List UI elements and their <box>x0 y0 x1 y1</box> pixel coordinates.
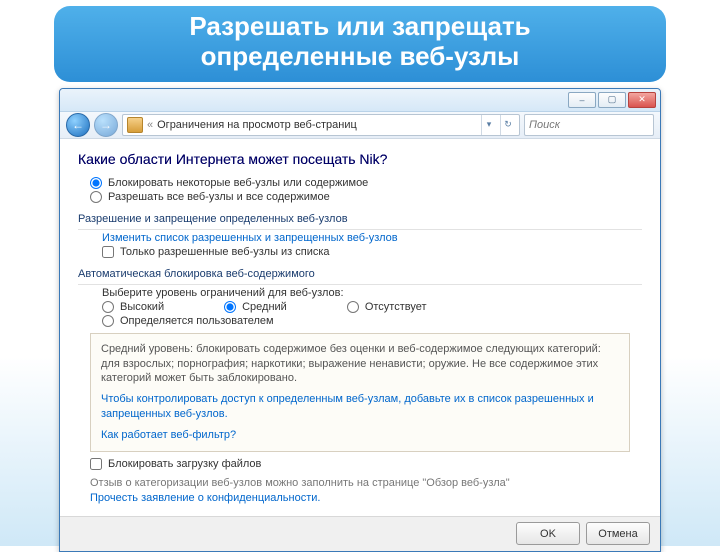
close-button[interactable]: ✕ <box>628 92 656 108</box>
nav-back-button[interactable]: ← <box>66 113 90 137</box>
radio-level-high-label: Высокий <box>120 301 164 313</box>
checkbox-only-list-input[interactable] <box>102 246 114 258</box>
radio-allow-all-label: Разрешать все веб-узлы и все содержимое <box>108 191 330 203</box>
radio-level-medium[interactable]: Средний <box>224 301 287 313</box>
link-privacy-statement[interactable]: Прочесть заявление о конфиденциальности. <box>90 492 320 504</box>
radio-level-none-label: Отсутствует <box>365 301 427 313</box>
section-allow-block: Разрешение и запрещение определенных веб… <box>78 213 642 225</box>
radio-level-medium-input[interactable] <box>224 301 236 313</box>
level-description-text: Средний уровень: блокировать содержимое … <box>101 343 601 385</box>
radio-level-custom-input[interactable] <box>102 315 114 327</box>
nav-forward-button[interactable]: → <box>94 113 118 137</box>
refresh-icon[interactable]: ↻ <box>500 115 515 135</box>
link-how-filter-works[interactable]: Как работает веб-фильтр? <box>101 428 619 443</box>
checkbox-block-downloads[interactable]: Блокировать загрузку файлов <box>90 458 642 470</box>
chevron-down-icon[interactable]: ▾ <box>481 115 496 135</box>
dialog-button-bar: OK Отмена <box>60 516 660 551</box>
search-placeholder: Поиск <box>529 119 560 131</box>
link-edit-list[interactable]: Изменить список разрешенных и запрещенны… <box>102 232 642 244</box>
radio-allow-all-input[interactable] <box>90 191 102 203</box>
radio-level-none-input[interactable] <box>347 301 359 313</box>
dialog-window: – ▢ ✕ ← → « Ограничения на просмотр веб-… <box>59 88 661 552</box>
page-heading: Какие области Интернета может посещать N… <box>78 151 642 167</box>
address-bar: ← → « Ограничения на просмотр веб-страни… <box>60 112 660 139</box>
radio-block-some-label: Блокировать некоторые веб-узлы или содер… <box>108 177 368 189</box>
footnote-line1: Отзыв о категоризации веб-узлов можно за… <box>90 477 510 489</box>
cancel-button[interactable]: Отмена <box>586 522 650 545</box>
footnote: Отзыв о категоризации веб-узлов можно за… <box>90 476 630 506</box>
level-description-box: Средний уровень: блокировать содержимое … <box>90 333 630 452</box>
ok-button[interactable]: OK <box>516 522 580 545</box>
breadcrumb-path: Ограничения на просмотр веб-страниц <box>157 119 357 131</box>
breadcrumb-prefix: « <box>147 119 153 131</box>
radio-level-custom[interactable]: Определяется пользователем <box>102 315 642 327</box>
dialog-content: Какие области Интернета может посещать N… <box>60 139 660 516</box>
checkbox-only-list-label: Только разрешенные веб-узлы из списка <box>120 246 330 258</box>
level-row-1: Высокий Средний Отсутствует <box>102 301 642 313</box>
search-input[interactable]: Поиск <box>524 114 654 136</box>
minimize-button[interactable]: – <box>568 92 596 108</box>
radio-block-some-input[interactable] <box>90 177 102 189</box>
slide-title-line1: Разрешать или запрещать <box>189 11 530 41</box>
checkbox-only-list[interactable]: Только разрешенные веб-узлы из списка <box>102 246 642 258</box>
shield-icon <box>127 117 143 133</box>
maximize-button[interactable]: ▢ <box>598 92 626 108</box>
radio-block-some[interactable]: Блокировать некоторые веб-узлы или содер… <box>90 177 642 189</box>
link-add-to-list[interactable]: Чтобы контролировать доступ к определенн… <box>101 392 619 422</box>
radio-level-custom-label: Определяется пользователем <box>120 315 274 327</box>
checkbox-block-downloads-input[interactable] <box>90 458 102 470</box>
breadcrumb[interactable]: « Ограничения на просмотр веб-страниц ▾ … <box>122 114 520 136</box>
slide-title: Разрешать или запрещать определенные веб… <box>66 12 654 72</box>
section-auto-block: Автоматическая блокировка веб-содержимог… <box>78 268 642 280</box>
radio-level-none[interactable]: Отсутствует <box>347 301 427 313</box>
checkbox-block-downloads-label: Блокировать загрузку файлов <box>108 458 261 470</box>
level-prompt: Выберите уровень ограничений для веб-узл… <box>102 287 642 299</box>
slide-title-line2: определенные веб-узлы <box>201 41 520 71</box>
radio-level-high[interactable]: Высокий <box>102 301 164 313</box>
window-titlebar: – ▢ ✕ <box>60 89 660 112</box>
radio-allow-all[interactable]: Разрешать все веб-узлы и все содержимое <box>90 191 642 203</box>
link-edit-list-text[interactable]: Изменить список разрешенных и запрещенны… <box>102 232 398 244</box>
radio-level-medium-label: Средний <box>242 301 287 313</box>
radio-level-high-input[interactable] <box>102 301 114 313</box>
slide-title-banner: Разрешать или запрещать определенные веб… <box>54 6 666 82</box>
